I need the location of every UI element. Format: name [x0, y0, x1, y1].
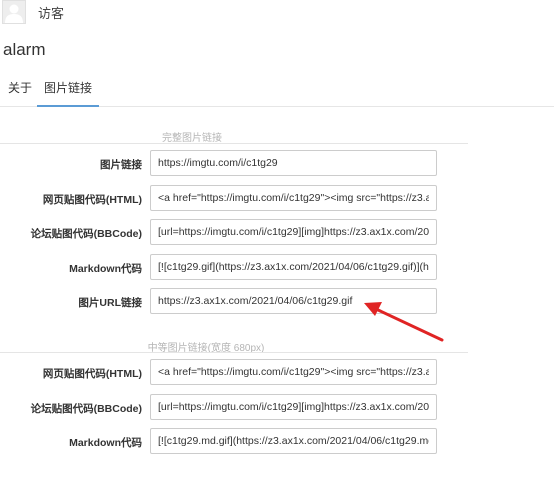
markdown-field[interactable]: [150, 428, 437, 454]
html-code-field[interactable]: [150, 359, 437, 385]
row-label: 网页贴图代码(HTML): [42, 368, 142, 380]
page-title: alarm: [3, 40, 46, 59]
tab-image-links[interactable]: 图片链接: [37, 78, 100, 107]
link-row: 网页贴图代码(HTML): [0, 359, 470, 387]
link-row: 图片链接: [0, 150, 470, 178]
row-label: 论坛贴图代码(BBCode): [30, 403, 142, 415]
html-code-field[interactable]: [150, 185, 437, 211]
link-row: 论坛贴图代码(BBCode): [0, 394, 470, 422]
row-label: 论坛贴图代码(BBCode): [30, 228, 142, 240]
tab-about[interactable]: 关于: [8, 78, 32, 105]
divider: [0, 143, 468, 144]
red-arrow-annotation: [364, 302, 444, 342]
page: 访客 alarm 关于 图片链接 完整图片链接 图片链接 网页贴图代码(HTML…: [0, 0, 554, 482]
section-title-full: 完整图片链接: [162, 133, 222, 144]
username[interactable]: 访客: [38, 3, 64, 22]
user-avatar-icon[interactable]: [2, 0, 26, 24]
link-row: 网页贴图代码(HTML): [0, 185, 470, 213]
link-row: 论坛贴图代码(BBCode): [0, 219, 470, 247]
bbcode-field[interactable]: [150, 219, 437, 245]
user-info: 访客: [0, 0, 64, 24]
row-label: 网页贴图代码(HTML): [42, 194, 142, 206]
row-label: Markdown代码: [69, 437, 142, 449]
divider: [0, 352, 468, 353]
tab-bar: 关于 图片链接: [0, 78, 554, 107]
row-label: Markdown代码: [69, 263, 142, 275]
bbcode-field[interactable]: [150, 394, 437, 420]
image-link-field[interactable]: [150, 150, 437, 176]
row-label: 图片URL链接: [78, 297, 142, 309]
markdown-field[interactable]: [150, 254, 437, 280]
row-label: 图片链接: [100, 159, 142, 171]
link-row: Markdown代码: [0, 428, 470, 456]
link-row: Markdown代码: [0, 254, 470, 282]
